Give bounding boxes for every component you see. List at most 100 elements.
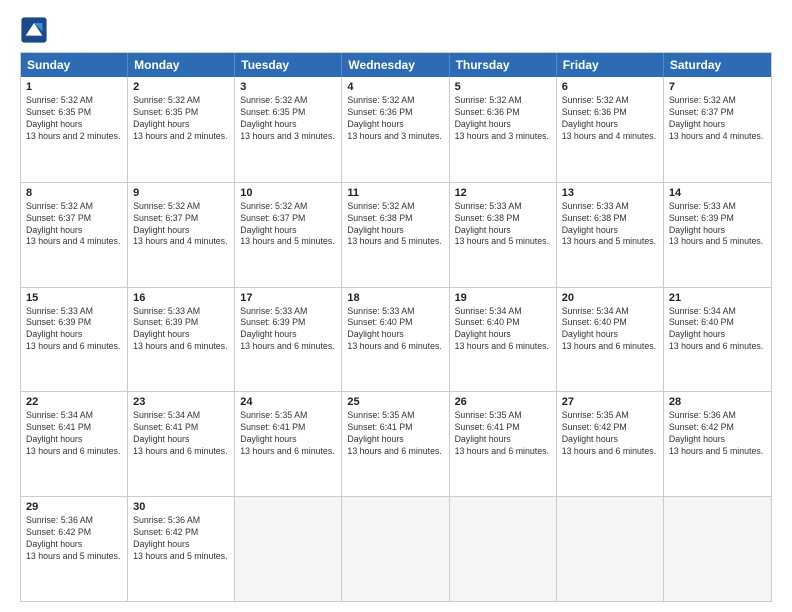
day-number: 13	[562, 187, 658, 199]
day-number: 17	[240, 292, 336, 304]
calendar-cell: 10 Sunrise: 5:32 AMSunset: 6:37 PMDaylig…	[235, 183, 342, 287]
day-info: Sunrise: 5:33 AMSunset: 6:38 PMDaylight …	[455, 201, 551, 249]
day-info: Sunrise: 5:34 AMSunset: 6:40 PMDaylight …	[455, 306, 551, 354]
day-info: Sunrise: 5:36 AMSunset: 6:42 PMDaylight …	[133, 515, 229, 563]
header-wednesday: Wednesday	[342, 53, 449, 77]
calendar-cell: 22 Sunrise: 5:34 AMSunset: 6:41 PMDaylig…	[21, 392, 128, 496]
week-row-3: 15 Sunrise: 5:33 AMSunset: 6:39 PMDaylig…	[21, 287, 771, 392]
calendar-cell: 15 Sunrise: 5:33 AMSunset: 6:39 PMDaylig…	[21, 288, 128, 392]
day-number: 26	[455, 396, 551, 408]
day-number: 18	[347, 292, 443, 304]
calendar-body: 1 Sunrise: 5:32 AMSunset: 6:35 PMDayligh…	[21, 77, 771, 601]
header-monday: Monday	[128, 53, 235, 77]
calendar-cell: 1 Sunrise: 5:32 AMSunset: 6:35 PMDayligh…	[21, 77, 128, 182]
calendar-cell: 8 Sunrise: 5:32 AMSunset: 6:37 PMDayligh…	[21, 183, 128, 287]
day-number: 19	[455, 292, 551, 304]
day-number: 23	[133, 396, 229, 408]
day-info: Sunrise: 5:32 AMSunset: 6:38 PMDaylight …	[347, 201, 443, 249]
day-info: Sunrise: 5:33 AMSunset: 6:40 PMDaylight …	[347, 306, 443, 354]
calendar-cell	[557, 497, 664, 601]
calendar-cell: 5 Sunrise: 5:32 AMSunset: 6:36 PMDayligh…	[450, 77, 557, 182]
header	[20, 16, 772, 44]
day-number: 5	[455, 81, 551, 93]
day-number: 4	[347, 81, 443, 93]
day-number: 1	[26, 81, 122, 93]
day-info: Sunrise: 5:33 AMSunset: 6:39 PMDaylight …	[240, 306, 336, 354]
day-info: Sunrise: 5:36 AMSunset: 6:42 PMDaylight …	[26, 515, 122, 563]
day-info: Sunrise: 5:33 AMSunset: 6:39 PMDaylight …	[669, 201, 766, 249]
calendar-cell: 12 Sunrise: 5:33 AMSunset: 6:38 PMDaylig…	[450, 183, 557, 287]
calendar-cell: 3 Sunrise: 5:32 AMSunset: 6:35 PMDayligh…	[235, 77, 342, 182]
header-thursday: Thursday	[450, 53, 557, 77]
day-info: Sunrise: 5:32 AMSunset: 6:37 PMDaylight …	[240, 201, 336, 249]
day-number: 11	[347, 187, 443, 199]
week-row-4: 22 Sunrise: 5:34 AMSunset: 6:41 PMDaylig…	[21, 391, 771, 496]
day-number: 29	[26, 501, 122, 513]
day-number: 30	[133, 501, 229, 513]
day-info: Sunrise: 5:36 AMSunset: 6:42 PMDaylight …	[669, 410, 766, 458]
day-info: Sunrise: 5:32 AMSunset: 6:35 PMDaylight …	[133, 95, 229, 143]
calendar-cell: 29 Sunrise: 5:36 AMSunset: 6:42 PMDaylig…	[21, 497, 128, 601]
calendar-cell: 28 Sunrise: 5:36 AMSunset: 6:42 PMDaylig…	[664, 392, 771, 496]
day-info: Sunrise: 5:34 AMSunset: 6:40 PMDaylight …	[562, 306, 658, 354]
day-info: Sunrise: 5:32 AMSunset: 6:35 PMDaylight …	[240, 95, 336, 143]
calendar-cell: 21 Sunrise: 5:34 AMSunset: 6:40 PMDaylig…	[664, 288, 771, 392]
calendar-cell	[235, 497, 342, 601]
calendar-cell: 20 Sunrise: 5:34 AMSunset: 6:40 PMDaylig…	[557, 288, 664, 392]
calendar-cell: 30 Sunrise: 5:36 AMSunset: 6:42 PMDaylig…	[128, 497, 235, 601]
calendar-cell: 11 Sunrise: 5:32 AMSunset: 6:38 PMDaylig…	[342, 183, 449, 287]
calendar-cell: 26 Sunrise: 5:35 AMSunset: 6:41 PMDaylig…	[450, 392, 557, 496]
calendar-cell: 18 Sunrise: 5:33 AMSunset: 6:40 PMDaylig…	[342, 288, 449, 392]
day-info: Sunrise: 5:32 AMSunset: 6:35 PMDaylight …	[26, 95, 122, 143]
day-number: 16	[133, 292, 229, 304]
calendar-cell: 14 Sunrise: 5:33 AMSunset: 6:39 PMDaylig…	[664, 183, 771, 287]
day-info: Sunrise: 5:32 AMSunset: 6:36 PMDaylight …	[455, 95, 551, 143]
week-row-2: 8 Sunrise: 5:32 AMSunset: 6:37 PMDayligh…	[21, 182, 771, 287]
calendar-cell: 25 Sunrise: 5:35 AMSunset: 6:41 PMDaylig…	[342, 392, 449, 496]
calendar-cell: 27 Sunrise: 5:35 AMSunset: 6:42 PMDaylig…	[557, 392, 664, 496]
calendar-cell: 24 Sunrise: 5:35 AMSunset: 6:41 PMDaylig…	[235, 392, 342, 496]
day-info: Sunrise: 5:35 AMSunset: 6:42 PMDaylight …	[562, 410, 658, 458]
logo	[20, 16, 52, 44]
day-number: 14	[669, 187, 766, 199]
day-number: 20	[562, 292, 658, 304]
week-row-1: 1 Sunrise: 5:32 AMSunset: 6:35 PMDayligh…	[21, 77, 771, 182]
calendar-cell: 4 Sunrise: 5:32 AMSunset: 6:36 PMDayligh…	[342, 77, 449, 182]
calendar-header: Sunday Monday Tuesday Wednesday Thursday…	[21, 53, 771, 77]
day-info: Sunrise: 5:35 AMSunset: 6:41 PMDaylight …	[240, 410, 336, 458]
page: Sunday Monday Tuesday Wednesday Thursday…	[0, 0, 792, 612]
day-info: Sunrise: 5:32 AMSunset: 6:36 PMDaylight …	[562, 95, 658, 143]
calendar-cell: 13 Sunrise: 5:33 AMSunset: 6:38 PMDaylig…	[557, 183, 664, 287]
day-info: Sunrise: 5:33 AMSunset: 6:39 PMDaylight …	[133, 306, 229, 354]
day-info: Sunrise: 5:35 AMSunset: 6:41 PMDaylight …	[347, 410, 443, 458]
header-friday: Friday	[557, 53, 664, 77]
day-info: Sunrise: 5:34 AMSunset: 6:41 PMDaylight …	[26, 410, 122, 458]
day-number: 10	[240, 187, 336, 199]
logo-icon	[20, 16, 48, 44]
day-number: 7	[669, 81, 766, 93]
day-number: 6	[562, 81, 658, 93]
day-number: 3	[240, 81, 336, 93]
day-number: 22	[26, 396, 122, 408]
day-number: 28	[669, 396, 766, 408]
day-info: Sunrise: 5:32 AMSunset: 6:37 PMDaylight …	[26, 201, 122, 249]
day-number: 8	[26, 187, 122, 199]
day-number: 15	[26, 292, 122, 304]
day-info: Sunrise: 5:34 AMSunset: 6:41 PMDaylight …	[133, 410, 229, 458]
week-row-5: 29 Sunrise: 5:36 AMSunset: 6:42 PMDaylig…	[21, 496, 771, 601]
calendar-cell: 9 Sunrise: 5:32 AMSunset: 6:37 PMDayligh…	[128, 183, 235, 287]
calendar-cell: 2 Sunrise: 5:32 AMSunset: 6:35 PMDayligh…	[128, 77, 235, 182]
day-info: Sunrise: 5:33 AMSunset: 6:38 PMDaylight …	[562, 201, 658, 249]
calendar-cell: 17 Sunrise: 5:33 AMSunset: 6:39 PMDaylig…	[235, 288, 342, 392]
calendar: Sunday Monday Tuesday Wednesday Thursday…	[20, 52, 772, 602]
day-info: Sunrise: 5:35 AMSunset: 6:41 PMDaylight …	[455, 410, 551, 458]
day-info: Sunrise: 5:32 AMSunset: 6:37 PMDaylight …	[133, 201, 229, 249]
header-saturday: Saturday	[664, 53, 771, 77]
day-number: 9	[133, 187, 229, 199]
calendar-cell	[450, 497, 557, 601]
calendar-cell: 16 Sunrise: 5:33 AMSunset: 6:39 PMDaylig…	[128, 288, 235, 392]
day-info: Sunrise: 5:32 AMSunset: 6:37 PMDaylight …	[669, 95, 766, 143]
day-info: Sunrise: 5:32 AMSunset: 6:36 PMDaylight …	[347, 95, 443, 143]
day-number: 24	[240, 396, 336, 408]
day-number: 27	[562, 396, 658, 408]
